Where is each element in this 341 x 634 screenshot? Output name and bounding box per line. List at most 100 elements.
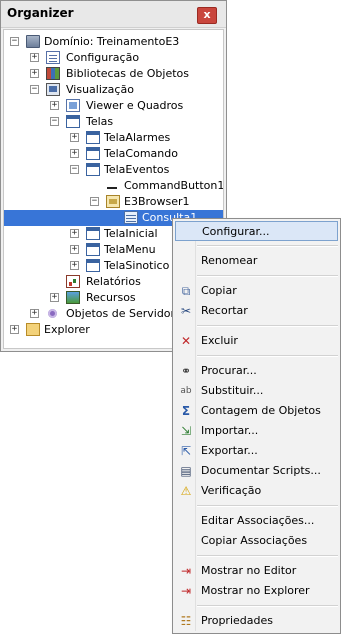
- menu-separator: [197, 325, 338, 327]
- tree-item-label: TelaComando: [104, 147, 178, 160]
- tree-item-label: Viewer e Quadros: [86, 99, 184, 112]
- tree-item-telacomando[interactable]: + TelaComando: [4, 146, 223, 162]
- menu-item-exportar[interactable]: ⇱ Exportar...: [175, 441, 338, 461]
- tree-item-label: Recursos: [86, 291, 136, 304]
- menu-item-excluir[interactable]: ✕ Excluir: [175, 331, 338, 351]
- collapse-icon[interactable]: −: [30, 85, 39, 94]
- tree-item-label: E3Browser1: [124, 195, 190, 208]
- menu-separator: [197, 245, 338, 247]
- expand-icon[interactable]: +: [70, 261, 79, 270]
- export-icon: ⇱: [180, 444, 192, 458]
- menu-item-contagem[interactable]: Σ Contagem de Objetos: [175, 401, 338, 421]
- menu-item-label: Copiar: [201, 284, 237, 297]
- copy-icon: ⧉: [181, 284, 191, 298]
- explorer-folder-icon: [26, 323, 40, 336]
- collapse-icon[interactable]: −: [50, 117, 59, 126]
- book-icon: ▤: [180, 464, 192, 478]
- domain-icon: [26, 35, 40, 48]
- menu-separator: [197, 555, 338, 557]
- menu-item-label: Importar...: [201, 424, 259, 437]
- menu-item-copiar-associacoes[interactable]: Copiar Associações: [175, 531, 338, 551]
- tree-item-label: TelaAlarmes: [104, 131, 171, 144]
- menu-separator: [197, 505, 338, 507]
- context-menu: Configurar... Renomear ⧉ Copiar ✂ Recort…: [172, 218, 341, 634]
- tree-item-configuracao[interactable]: + Configuração: [4, 50, 223, 66]
- expand-icon[interactable]: +: [30, 53, 39, 62]
- tree-item-telas[interactable]: − Telas: [4, 114, 223, 130]
- close-button[interactable]: x: [197, 7, 217, 24]
- server-objects-icon: [46, 307, 60, 320]
- tree-item-e3browser1[interactable]: − E3Browser1: [4, 194, 223, 210]
- panel-header: Organizer x: [1, 1, 226, 28]
- expand-icon[interactable]: +: [70, 229, 79, 238]
- menu-item-mostrar-explorer[interactable]: ⇥ Mostrar no Explorer: [175, 581, 338, 601]
- expand-icon[interactable]: +: [70, 245, 79, 254]
- cut-icon: ✂: [180, 304, 192, 318]
- menu-item-label: Propriedades: [201, 614, 273, 627]
- tree-item-label: Domínio: TreinamentoE3: [44, 35, 180, 48]
- screen-icon: [86, 227, 100, 240]
- tree-item-commandbutton1[interactable]: CommandButton1: [4, 178, 223, 194]
- menu-item-substituir[interactable]: ab Substituir...: [175, 381, 338, 401]
- tree-item-label: TelaEventos: [104, 163, 170, 176]
- expand-icon[interactable]: +: [10, 325, 19, 334]
- menu-item-renomear[interactable]: Renomear: [175, 251, 338, 271]
- menu-separator: [197, 605, 338, 607]
- sigma-icon: Σ: [181, 404, 191, 418]
- menu-item-label: Excluir: [201, 334, 238, 347]
- menu-item-configurar[interactable]: Configurar...: [175, 221, 338, 241]
- menu-item-label: Procurar...: [201, 364, 257, 377]
- tree-item-visualizacao[interactable]: − Visualização: [4, 82, 223, 98]
- show-explorer-icon: ⇥: [180, 584, 192, 598]
- menu-item-label: Documentar Scripts...: [201, 464, 321, 477]
- menu-item-label: Verificação: [201, 484, 262, 497]
- command-button-icon: [104, 179, 118, 192]
- collapse-icon[interactable]: −: [70, 165, 79, 174]
- expand-icon[interactable]: +: [30, 309, 39, 318]
- menu-item-documentar[interactable]: ▤ Documentar Scripts...: [175, 461, 338, 481]
- expand-icon[interactable]: +: [50, 293, 59, 302]
- menu-item-label: Contagem de Objetos: [201, 404, 321, 417]
- expand-icon[interactable]: +: [70, 149, 79, 158]
- menu-item-copiar[interactable]: ⧉ Copiar: [175, 281, 338, 301]
- tree-item-telaalarmes[interactable]: + TelaAlarmes: [4, 130, 223, 146]
- show-editor-icon: ⇥: [180, 564, 192, 578]
- collapse-icon[interactable]: −: [10, 37, 19, 46]
- menu-item-verificacao[interactable]: ⚠ Verificação: [175, 481, 338, 501]
- expand-icon[interactable]: +: [50, 101, 59, 110]
- tree-item-label: Explorer: [44, 323, 90, 336]
- menu-item-recortar[interactable]: ✂ Recortar: [175, 301, 338, 321]
- menu-item-editar-associacoes[interactable]: Editar Associações...: [175, 511, 338, 531]
- collapse-icon[interactable]: −: [90, 197, 99, 206]
- screen-icon: [86, 147, 100, 160]
- menu-item-label: Recortar: [201, 304, 248, 317]
- library-icon: [46, 67, 60, 80]
- tree-item-telaeventos[interactable]: − TelaEventos: [4, 162, 223, 178]
- menu-item-label: Renomear: [201, 254, 258, 267]
- binoculars-icon: ⚭: [180, 364, 192, 378]
- tree-item-label: Visualização: [66, 83, 134, 96]
- menu-item-mostrar-editor[interactable]: ⇥ Mostrar no Editor: [175, 561, 338, 581]
- menu-item-propriedades[interactable]: ☷ Propriedades: [175, 611, 338, 631]
- tree-item-viewer-quadros[interactable]: + Viewer e Quadros: [4, 98, 223, 114]
- tree-item-label: Configuração: [66, 51, 140, 64]
- tree-item-label: Telas: [86, 115, 114, 128]
- tree-item-label: TelaSinotico: [104, 259, 170, 272]
- screen-icon: [86, 259, 100, 272]
- menu-item-label: Exportar...: [201, 444, 258, 457]
- menu-item-label: Configurar...: [202, 225, 270, 238]
- screen-icon: [86, 243, 100, 256]
- expand-icon[interactable]: +: [30, 69, 39, 78]
- viewer-icon: [66, 99, 80, 112]
- tree-item-domain[interactable]: − Domínio: TreinamentoE3: [4, 34, 223, 50]
- menu-item-importar[interactable]: ⇲ Importar...: [175, 421, 338, 441]
- report-icon: [66, 275, 80, 288]
- tree-item-label: TelaInicial: [104, 227, 158, 240]
- resources-icon: [66, 291, 80, 304]
- screen-icon: [86, 131, 100, 144]
- expand-icon[interactable]: +: [70, 133, 79, 142]
- tree-item-bibliotecas[interactable]: + Bibliotecas de Objetos: [4, 66, 223, 82]
- warning-icon: ⚠: [180, 484, 192, 498]
- query-icon: [124, 211, 138, 224]
- menu-item-procurar[interactable]: ⚭ Procurar...: [175, 361, 338, 381]
